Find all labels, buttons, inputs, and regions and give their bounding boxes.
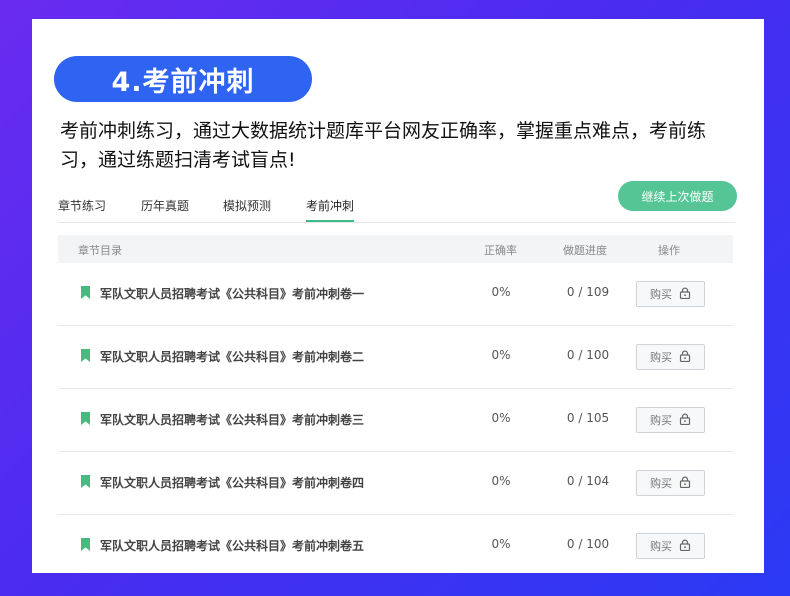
bookmark-icon [81, 349, 90, 362]
bookmark-icon [81, 286, 90, 299]
tab-final-sprint[interactable]: 考前冲刺 [306, 197, 355, 222]
content-card: 4.考前冲刺 考前冲刺练习，通过大数据统计题库平台网友正确率，掌握重点难点，考前… [32, 19, 764, 573]
column-header-action: 操作 [658, 244, 680, 257]
exam-title[interactable]: 军队文职人员招聘考试《公共科目》考前冲刺卷二 [100, 348, 364, 365]
lock-icon [679, 287, 691, 302]
buy-label: 购买 [650, 477, 672, 490]
column-header-name: 章节目录 [78, 244, 122, 257]
column-header-rate: 正确率 [484, 244, 517, 257]
table-header: 章节目录 正确率 做题进度 操作 [58, 235, 733, 263]
tab-divider [58, 222, 735, 223]
buy-button[interactable]: 购买 [636, 470, 705, 496]
continue-last-button[interactable]: 继续上次做题 [618, 181, 737, 211]
section-title-pill: 4.考前冲刺 [54, 56, 312, 102]
buy-button[interactable]: 购买 [636, 344, 705, 370]
progress-count: 0 / 100 [566, 348, 610, 362]
buy-button[interactable]: 购买 [636, 407, 705, 433]
tab-past-exams[interactable]: 历年真题 [141, 197, 189, 220]
column-header-progress: 做题进度 [563, 244, 607, 257]
progress-count: 0 / 105 [566, 411, 610, 425]
table-row[interactable]: 军队文职人员招聘考试《公共科目》考前冲刺卷二 0% 0 / 100 购买 [58, 326, 733, 389]
bookmark-icon [81, 475, 90, 488]
buy-label: 购买 [650, 414, 672, 427]
table-row[interactable]: 军队文职人员招聘考试《公共科目》考前冲刺卷一 0% 0 / 109 购买 [58, 263, 733, 326]
exam-title[interactable]: 军队文职人员招聘考试《公共科目》考前冲刺卷四 [100, 474, 364, 491]
buy-label: 购买 [650, 288, 672, 301]
table-row[interactable]: 军队文职人员招聘考试《公共科目》考前冲刺卷五 0% 0 / 100 购买 [58, 515, 733, 573]
tab-mock-exams[interactable]: 模拟预测 [223, 197, 271, 220]
exam-table: 章节目录 正确率 做题进度 操作 军队文职人员招聘考试《公共科目》考前冲刺卷一 0… [58, 235, 733, 573]
lock-icon [679, 413, 691, 428]
progress-count: 0 / 109 [566, 285, 610, 299]
bookmark-icon [81, 412, 90, 425]
lock-icon [679, 476, 691, 491]
buy-button[interactable]: 购买 [636, 281, 705, 307]
bookmark-icon [81, 538, 90, 551]
exam-title[interactable]: 军队文职人员招聘考试《公共科目》考前冲刺卷三 [100, 411, 364, 428]
correct-rate: 0% [491, 348, 511, 362]
section-title: 4.考前冲刺 [111, 66, 255, 98]
correct-rate: 0% [491, 411, 511, 425]
tab-chapter-practice[interactable]: 章节练习 [58, 197, 106, 220]
progress-count: 0 / 100 [566, 537, 610, 551]
correct-rate: 0% [491, 285, 511, 299]
progress-count: 0 / 104 [566, 474, 610, 488]
correct-rate: 0% [491, 474, 511, 488]
table-row[interactable]: 军队文职人员招聘考试《公共科目》考前冲刺卷四 0% 0 / 104 购买 [58, 452, 733, 515]
buy-label: 购买 [650, 351, 672, 364]
buy-button[interactable]: 购买 [636, 533, 705, 559]
lock-icon [679, 350, 691, 365]
exam-title[interactable]: 军队文职人员招聘考试《公共科目》考前冲刺卷一 [100, 285, 364, 302]
buy-label: 购买 [650, 540, 672, 553]
correct-rate: 0% [491, 537, 511, 551]
intro-text: 考前冲刺练习，通过大数据统计题库平台网友正确率，掌握重点难点，考前练习，通过练题… [60, 120, 707, 171]
exam-title[interactable]: 军队文职人员招聘考试《公共科目》考前冲刺卷五 [100, 537, 364, 554]
table-row[interactable]: 军队文职人员招聘考试《公共科目》考前冲刺卷三 0% 0 / 105 购买 [58, 389, 733, 452]
lock-icon [679, 539, 691, 554]
